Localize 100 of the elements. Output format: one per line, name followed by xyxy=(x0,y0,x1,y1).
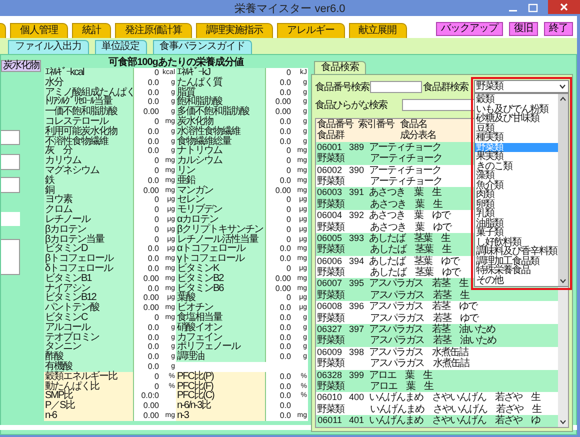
tab[interactable] xyxy=(0,23,6,38)
table-cell-text: アスパラガス 若茎 ゆで xyxy=(368,301,477,312)
nutrient-name: δトコフェロール xyxy=(44,264,134,274)
dropdown-option[interactable]: 調理加工食品類 xyxy=(475,256,558,266)
scroll-up-icon[interactable] xyxy=(559,95,567,103)
nutrient-name: 一価不飽和脂肪酸 xyxy=(44,107,134,117)
table-cell-text: 0.0 xyxy=(146,362,160,372)
dropdown-option[interactable]: 種実類 xyxy=(475,133,558,142)
dropdown-option[interactable]: きのこ類 xyxy=(475,162,558,171)
category-button[interactable]: 炭水化物 xyxy=(1,60,41,72)
dropdown-option[interactable]: 特殊栄養食品 xyxy=(475,266,558,276)
table-cell-text: 0.0 xyxy=(146,352,160,362)
tab[interactable]: 単位設定 xyxy=(94,40,146,54)
table-cell-text: 0.0 xyxy=(278,303,292,313)
table-cell: 野菜類 xyxy=(316,358,345,370)
tab[interactable]: アレルギー xyxy=(277,23,344,38)
table-cell-text: アスパラガス 若茎 生 xyxy=(369,290,469,301)
dropdown-option[interactable]: 果実類 xyxy=(475,152,558,162)
table-cell: 野菜類 xyxy=(316,404,345,416)
group-select[interactable]: 野菜類 xyxy=(474,80,569,93)
dropdown-option[interactable]: その他 xyxy=(475,276,558,285)
input-field[interactable] xyxy=(1,177,20,193)
dropdown-option[interactable]: 豆類 xyxy=(475,124,558,133)
table-cell-text: 0.0 xyxy=(146,78,160,88)
table-cell-text: アーティチョーク xyxy=(369,153,442,165)
dropdown-option[interactable]: 菓子類 xyxy=(475,228,558,238)
dropdown-option[interactable]: 穀類 xyxy=(475,95,558,104)
scroll-down-icon[interactable] xyxy=(559,277,567,285)
table-cell-text: 0.00 xyxy=(142,274,160,284)
table-cell: 野菜類 xyxy=(316,198,345,210)
nutrient-name: n-6/n-3比 xyxy=(176,401,266,411)
table-cell-text: 06009 xyxy=(316,346,344,358)
table-cell-text: 398 xyxy=(348,346,365,358)
table-cell-text: アーティチョーク xyxy=(369,176,442,187)
tab[interactable]: 統計 xyxy=(72,23,111,38)
table-cell-text: 395 xyxy=(348,278,365,290)
toolbar-button[interactable]: 復旧 xyxy=(509,22,538,36)
table-cell-text: 0 xyxy=(154,382,160,392)
nutrient-name: PFC比(P) xyxy=(176,372,266,382)
table-cell-text: 0.0 xyxy=(278,136,292,146)
dropdown-option[interactable]: 魚介類 xyxy=(475,180,558,190)
table-cell-text: 0.0 xyxy=(278,372,292,382)
tab[interactable]: 食品検索 xyxy=(314,61,366,74)
input-field[interactable] xyxy=(1,154,20,170)
table-cell-text: 0 xyxy=(286,214,292,225)
table-cell-text: 0.0 xyxy=(278,342,292,352)
table-cell-text: アロエ 葉 生 xyxy=(368,370,432,381)
scrollbar[interactable] xyxy=(558,94,568,286)
nutrient-name: レチノール活性当量 xyxy=(176,234,266,244)
input-field[interactable] xyxy=(370,80,422,92)
table-cell-text: あさつき 葉 ゆで xyxy=(368,210,450,222)
tab[interactable]: 調理実施指示 xyxy=(196,23,273,38)
tab[interactable]: ファイル入出力 xyxy=(8,40,88,54)
dropdown-option[interactable]: し好飲料類 xyxy=(475,238,558,247)
nutrient-name: カリウム xyxy=(44,156,134,166)
table-cell-text: 0 xyxy=(286,224,292,235)
dropdown-option[interactable]: 砂糖及び甘味類 xyxy=(475,114,558,124)
nutrient-name: ビタミンC xyxy=(44,312,134,323)
dropdown-option[interactable]: 調味料及び香辛料類 xyxy=(475,247,558,256)
dropdown-option[interactable]: 乳類 xyxy=(475,209,558,218)
input-field[interactable] xyxy=(1,130,20,145)
nutrient-name: コレステロール xyxy=(44,116,134,127)
toolbar-button[interactable]: バックアップ xyxy=(436,22,503,36)
tab[interactable]: 食事バランスガイド xyxy=(152,40,252,54)
nutrient-name: ビタミンK xyxy=(176,264,266,274)
nutrient-name: 酢酸 xyxy=(44,352,134,362)
table-cell-text: 06003 xyxy=(316,187,344,198)
table-cell-text: 0.0 xyxy=(146,136,160,146)
nutrient-name: 水分 xyxy=(44,78,134,88)
nutrient-name: ナトリウム xyxy=(176,146,266,156)
nutrient-name: ｴﾈﾙｷﾞｰkJ xyxy=(176,68,266,78)
tab[interactable]: 発注原価計算 xyxy=(115,23,192,38)
dropdown-option[interactable]: 卵類 xyxy=(475,200,558,209)
close-button[interactable] xyxy=(548,0,580,14)
dropdown-option[interactable]: いも及びでん粉類 xyxy=(475,104,558,114)
nutrient-name: クロム xyxy=(44,205,134,215)
nutrient-name: βクリプトキサンチン xyxy=(176,224,266,235)
dropdown-option[interactable]: 肉類 xyxy=(475,190,558,200)
dropdown-option[interactable]: 油脂類 xyxy=(475,218,558,228)
nutrient-name: 鉄 xyxy=(44,176,134,186)
table-cell-text: 0.00 xyxy=(142,303,160,313)
nutrient-name: 亜鉛 xyxy=(176,176,266,186)
toolbar-button[interactable]: 終了 xyxy=(544,22,573,36)
scroll-down-icon[interactable] xyxy=(559,418,567,426)
maximize-icon[interactable] xyxy=(528,3,538,13)
table-cell-text: 0.00 xyxy=(274,186,292,196)
table-cell-text: 0.0 xyxy=(278,88,292,98)
input-field[interactable] xyxy=(1,212,20,226)
table-cell: 野菜類 xyxy=(316,176,345,188)
tab[interactable]: 献立展開 xyxy=(348,23,406,38)
table-cell-text: 0.00 xyxy=(142,401,160,411)
table-cell-text: 0.0 xyxy=(278,332,292,342)
table-cell-text: 0 xyxy=(286,264,292,274)
table-cell-text: 0 xyxy=(154,214,160,225)
input-field[interactable] xyxy=(1,239,20,275)
dropdown-option[interactable]: 藻類 xyxy=(475,171,558,180)
table-cell-text: 391 xyxy=(348,187,365,199)
nutrient-name: ヨウ素 xyxy=(44,195,134,206)
table-cell-text: いんげんまめ さやいんげん 若ざや 生 xyxy=(369,404,541,415)
tab[interactable]: 個人管理 xyxy=(10,23,68,38)
